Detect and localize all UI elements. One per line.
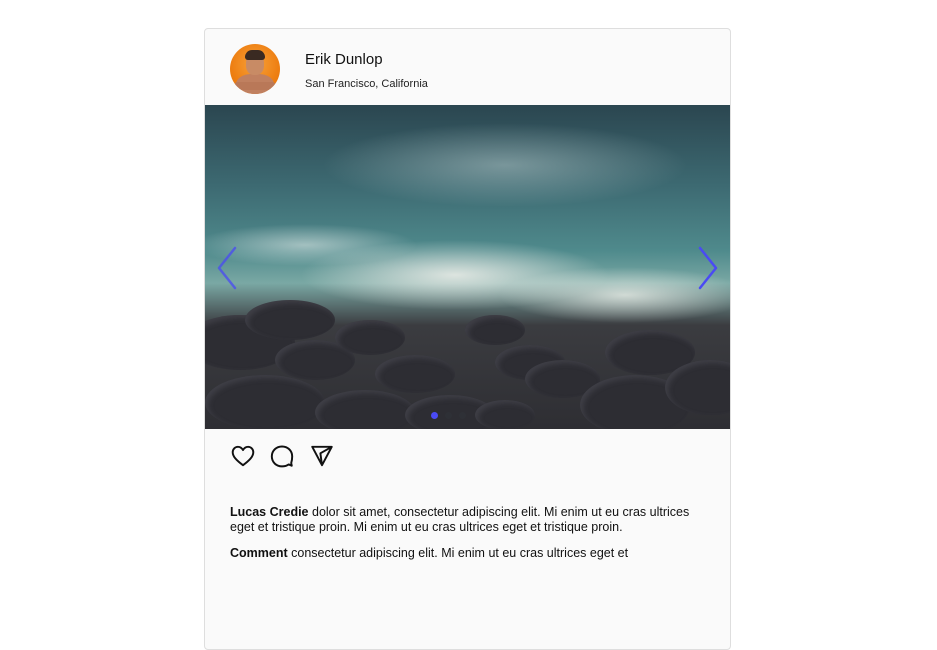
speech-bubble-icon [271, 445, 294, 468]
comment: Lucas Credie dolor sit amet, consectetur… [230, 505, 710, 535]
post-header: Erik Dunlop San Francisco, California [205, 29, 730, 105]
avatar-hair [245, 50, 265, 60]
post-card: Erik Dunlop San Francisco, California Lu… [204, 28, 731, 650]
rock [465, 315, 525, 345]
post-photo [205, 105, 730, 429]
post-actions [230, 443, 344, 469]
carousel-dot[interactable] [431, 412, 438, 419]
carousel-dots [431, 406, 473, 419]
carousel-dot[interactable] [445, 412, 452, 419]
comment-author[interactable]: Comment [230, 546, 288, 560]
rock [315, 390, 415, 429]
user-location: San Francisco, California [305, 78, 428, 90]
carousel-prev-button[interactable] [213, 245, 243, 291]
heart-icon [231, 445, 255, 467]
rock [205, 375, 325, 429]
rock [245, 300, 335, 340]
user-name[interactable]: Erik Dunlop [305, 51, 383, 68]
like-button[interactable] [230, 443, 256, 469]
share-button[interactable] [309, 443, 335, 469]
comment-author[interactable]: Lucas Credie [230, 505, 309, 519]
carousel-next-button[interactable] [692, 245, 722, 291]
rock [475, 400, 535, 429]
avatar[interactable] [230, 44, 280, 94]
send-icon [311, 445, 333, 467]
rock [375, 355, 455, 393]
chevron-right-icon [698, 246, 718, 290]
comment-button[interactable] [269, 443, 295, 469]
comment-text: consectetur adipiscing elit. Mi enim ut … [287, 546, 629, 560]
chevron-left-icon [217, 246, 237, 290]
carousel-dot[interactable] [459, 412, 466, 419]
rock [335, 320, 405, 355]
comments-section: Lucas Credie dolor sit amet, consectetur… [230, 505, 710, 572]
avatar-arm [234, 82, 276, 90]
comment: Comment consectetur adipiscing elit. Mi … [230, 546, 710, 561]
